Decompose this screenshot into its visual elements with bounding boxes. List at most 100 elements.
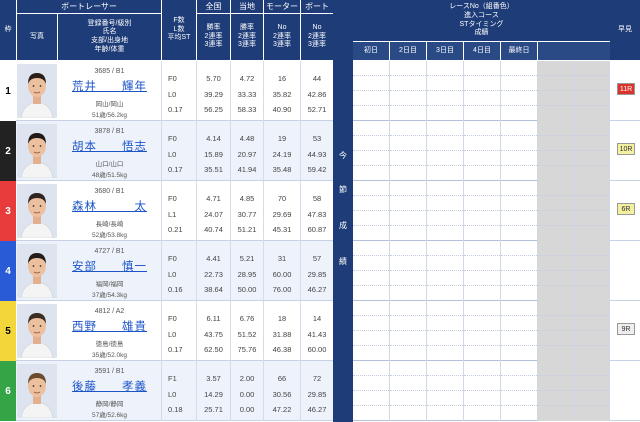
result-cell [464, 181, 501, 241]
local-win-rate: 4.85 [239, 194, 255, 203]
result-cell [427, 301, 464, 361]
national-3-rate: 56.25 [204, 105, 223, 114]
boat-cell: 44 42.86 52.71 [301, 61, 333, 121]
results-row [353, 361, 610, 421]
motor-no: 18 [277, 314, 287, 323]
race-number-badge[interactable]: 6R [617, 203, 635, 215]
result-cell [538, 61, 575, 121]
national-3-rate: 38.64 [204, 285, 223, 294]
results-row [353, 301, 610, 361]
f-l-st-cell: F0 L0 0.17 [162, 61, 196, 121]
result-cell [390, 61, 427, 121]
boat-3-rate: 60.87 [307, 225, 327, 234]
avg-st: 0.17 [168, 345, 183, 354]
result-cell [538, 361, 575, 421]
racer-name-link[interactable]: 西野 雄貴 [58, 318, 161, 334]
race-number-badge[interactable]: 9R [617, 323, 635, 335]
boat-cell: 53 44.93 59.42 [301, 121, 333, 181]
boat-cell: 57 29.85 46.27 [301, 241, 333, 301]
racer-photo [17, 364, 57, 418]
boat-no: 72 [312, 374, 322, 383]
f-count: F0 [168, 194, 177, 203]
local-2-rate: 28.95 [237, 270, 257, 279]
frame-number: 6 [0, 361, 16, 421]
result-cell [390, 361, 427, 421]
boat-2-rate: 47.83 [307, 210, 327, 219]
result-cell [464, 241, 501, 301]
result-cell [427, 121, 464, 181]
season-results-band: 今 節 成 績 [333, 0, 353, 422]
result-cell [538, 181, 575, 241]
racer-info: 3591 / B1 後藤 孝義 静岡/静岡 57歳/52.6kg [58, 361, 161, 421]
result-cell [353, 361, 390, 421]
local-cell: 4.72 33.33 58.33 [231, 61, 263, 121]
national-cell: 4.41 22.73 38.64 [197, 241, 230, 301]
result-cell [538, 121, 575, 181]
l-count: L0 [168, 150, 177, 159]
local-3-rate: 51.21 [237, 225, 257, 234]
header-boat: ボート [301, 0, 333, 13]
season-label-2: 節 [339, 185, 347, 194]
national-win-rate: 6.11 [206, 314, 221, 323]
race-number-badge[interactable]: 10R [617, 143, 635, 155]
frame-number: 3 [0, 181, 16, 241]
header-boat-rates: No 2連率 3連率 [301, 14, 333, 60]
national-2-rate: 39.29 [204, 90, 223, 99]
national-win-rate: 4.71 [206, 194, 221, 203]
local-win-rate: 2.00 [239, 374, 255, 383]
result-cell [464, 301, 501, 361]
racer-row: 2 3878 / B1 胡本 悟志 山口/山口 48歳/51.5kg F0 L0 0.17 4.… [0, 121, 333, 181]
racer-name-link[interactable]: 後藤 孝義 [58, 378, 161, 394]
reg-class: 4727 / B1 [94, 248, 125, 255]
f-count: F0 [168, 74, 177, 83]
local-cell: 5.21 28.95 50.00 [231, 241, 263, 301]
header-day-4: 4日目 [464, 42, 500, 60]
header-day-3: 3日目 [427, 42, 463, 60]
branch-origin: 静岡/静岡 [95, 401, 124, 408]
racer-row: 6 3591 / B1 後藤 孝義 静岡/静岡 57歳/52.6kg F1 L0 0.18 3.… [0, 361, 333, 421]
national-cell: 4.14 15.89 35.51 [197, 121, 230, 181]
national-cell: 3.57 14.29 25.71 [197, 361, 230, 421]
age-weight: 57歳/52.6kg [91, 412, 128, 419]
local-2-rate: 0.00 [239, 390, 255, 399]
racer-name-link[interactable]: 森林 太 [58, 198, 161, 214]
racer-row: 5 4812 / A2 西野 雄貴 徳島/徳島 35歳/52.0kg F0 L0 0.17 6.… [0, 301, 333, 361]
season-label-1: 今 [339, 151, 347, 160]
motor-cell: 66 30.56 47.22 [264, 361, 300, 421]
header-local-rates: 勝率 2連率 3連率 [231, 14, 263, 60]
motor-no: 31 [277, 254, 287, 263]
national-3-rate: 35.51 [204, 165, 223, 174]
frame-number: 2 [0, 121, 16, 181]
local-2-rate: 33.33 [237, 90, 257, 99]
boat-no: 44 [312, 74, 322, 83]
result-cell [464, 361, 501, 421]
result-cell [390, 301, 427, 361]
motor-2-rate: 35.82 [272, 90, 292, 99]
motor-no: 70 [277, 194, 287, 203]
racer-info: 3878 / B1 胡本 悟志 山口/山口 48歳/51.5kg [58, 121, 161, 181]
racer-name-link[interactable]: 荒井 輝年 [58, 78, 161, 94]
boat-cell: 14 41.43 60.00 [301, 301, 333, 361]
national-cell: 5.70 39.29 56.25 [197, 61, 230, 121]
motor-2-rate: 31.88 [272, 330, 292, 339]
boat-no: 53 [312, 134, 322, 143]
racer-photo [17, 304, 57, 358]
race-number-badge[interactable]: 11R [617, 83, 635, 95]
result-cell [390, 241, 427, 301]
racer-row: 3 3680 / B1 森林 太長崎/長崎 52歳/53.8kg F0 L1 0.21 4.7… [0, 181, 333, 241]
racer-name-link[interactable]: 安部 慎一 [58, 258, 161, 274]
header-race-info: レースNo（組番色） 進入コース STタイミング 成績 [353, 0, 610, 41]
avg-st: 0.18 [168, 405, 183, 414]
age-weight: 51歳/56.2kg [91, 112, 128, 119]
racer-name-link[interactable]: 胡本 悟志 [58, 138, 161, 154]
boat-2-rate: 44.93 [307, 150, 327, 159]
result-cell [353, 181, 390, 241]
header-f-l-st: F数 L数 平均ST [162, 0, 196, 60]
motor-cell: 19 24.19 35.48 [264, 121, 300, 181]
motor-cell: 18 31.88 46.38 [264, 301, 300, 361]
f-l-st-cell: F0 L0 0.16 [162, 241, 196, 301]
result-cell [575, 121, 610, 181]
f-l-st-cell: F0 L0 0.17 [162, 121, 196, 181]
local-win-rate: 6.76 [239, 314, 255, 323]
f-count: F0 [168, 314, 177, 323]
